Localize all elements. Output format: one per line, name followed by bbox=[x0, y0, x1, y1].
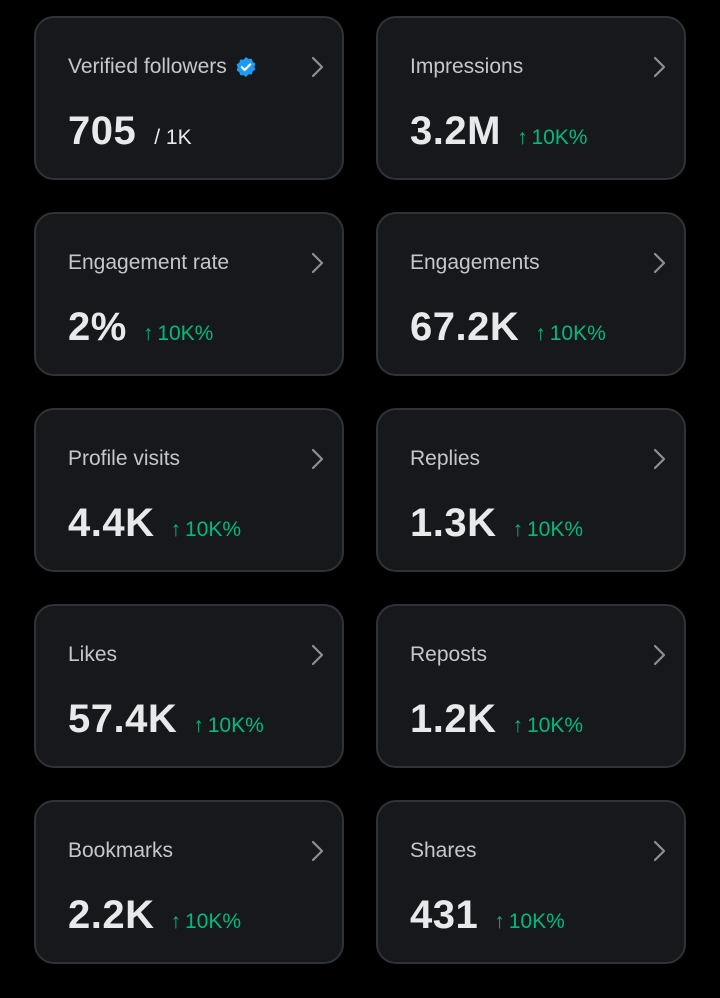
metric-change-value: 10K% bbox=[527, 714, 584, 737]
metric-change: ↑ 10K% bbox=[171, 910, 242, 934]
arrow-up-icon: ↑ bbox=[170, 518, 182, 541]
metric-value-row: 4.4K ↑ 10K% bbox=[68, 500, 241, 546]
arrow-up-icon: ↑ bbox=[516, 126, 528, 149]
metric-label: Profile visits bbox=[68, 447, 181, 470]
chevron-right-icon bbox=[311, 644, 324, 666]
chevron-right-icon bbox=[311, 840, 324, 862]
metric-title: Impressions bbox=[410, 54, 523, 80]
metric-value-row: 67.2K ↑ 10K% bbox=[410, 304, 606, 350]
metric-card-engagements[interactable]: Engagements 67.2K ↑ 10K% bbox=[376, 212, 686, 376]
metric-label: Bookmarks bbox=[68, 839, 174, 862]
metric-value: 57.4K bbox=[68, 697, 178, 741]
metric-value: 3.2M bbox=[410, 109, 501, 153]
chevron-right-icon bbox=[653, 840, 666, 862]
metric-card-verified-followers[interactable]: Verified followers 705 / 1K bbox=[34, 16, 344, 180]
metric-value: 67.2K bbox=[410, 305, 520, 349]
metric-card-engagement-rate[interactable]: Engagement rate 2% ↑ 10K% bbox=[34, 212, 344, 376]
metric-label: Engagements bbox=[410, 251, 540, 274]
metric-value-row: 2% ↑ 10K% bbox=[68, 304, 213, 350]
metric-value: 705 bbox=[68, 109, 137, 153]
metric-title: Verified followers bbox=[68, 54, 257, 80]
metric-label: Verified followers bbox=[68, 55, 227, 78]
metric-value-row: 1.3K ↑ 10K% bbox=[410, 500, 583, 546]
chevron-right-icon bbox=[311, 56, 324, 78]
metric-value: 4.4K bbox=[68, 501, 155, 545]
metric-label: Reposts bbox=[410, 643, 488, 666]
chevron-right-icon bbox=[653, 644, 666, 666]
metric-title: Engagement rate bbox=[68, 250, 229, 276]
metric-value-row: 1.2K ↑ 10K% bbox=[410, 696, 583, 742]
chevron-right-icon bbox=[311, 448, 324, 470]
metric-change-value: 10K% bbox=[508, 910, 565, 933]
metric-change: ↑ 10K% bbox=[494, 910, 565, 934]
chevron-right-icon bbox=[653, 252, 666, 274]
arrow-up-icon: ↑ bbox=[142, 322, 154, 345]
metric-value-row: 3.2M ↑ 10K% bbox=[410, 108, 587, 154]
metric-change-value: 10K% bbox=[527, 518, 584, 541]
metric-change: ↑ 10K% bbox=[193, 714, 264, 738]
metric-change: ↑ 10K% bbox=[171, 518, 242, 542]
chevron-right-icon bbox=[653, 56, 666, 78]
metric-title: Bookmarks bbox=[68, 838, 173, 864]
metric-label: Engagement rate bbox=[68, 251, 230, 274]
metric-card-impressions[interactable]: Impressions 3.2M ↑ 10K% bbox=[376, 16, 686, 180]
metric-title: Engagements bbox=[410, 250, 540, 276]
metric-card-likes[interactable]: Likes 57.4K ↑ 10K% bbox=[34, 604, 344, 768]
metric-change: ↑ 10K% bbox=[143, 322, 214, 346]
metric-label: Shares bbox=[410, 839, 477, 862]
metric-value: 2.2K bbox=[68, 893, 155, 937]
metric-change-value: 10K% bbox=[157, 322, 214, 345]
metric-card-replies[interactable]: Replies 1.3K ↑ 10K% bbox=[376, 408, 686, 572]
metric-label: Likes bbox=[68, 643, 118, 666]
metric-title: Replies bbox=[410, 446, 480, 472]
chevron-right-icon bbox=[653, 448, 666, 470]
metric-label: Impressions bbox=[410, 55, 524, 78]
metric-value: 1.2K bbox=[410, 697, 497, 741]
metric-change-value: 10K% bbox=[531, 126, 588, 149]
metric-title: Likes bbox=[68, 642, 117, 668]
metric-title: Shares bbox=[410, 838, 477, 864]
metric-target: / 1K bbox=[154, 126, 192, 149]
metric-card-profile-visits[interactable]: Profile visits 4.4K ↑ 10K% bbox=[34, 408, 344, 572]
metric-change-value: 10K% bbox=[185, 910, 242, 933]
arrow-up-icon: ↑ bbox=[512, 518, 524, 541]
arrow-up-icon: ↑ bbox=[193, 714, 204, 737]
metric-value-row: 57.4K ↑ 10K% bbox=[68, 696, 264, 742]
metric-change-value: 10K% bbox=[207, 714, 264, 737]
metric-change: ↑ 10K% bbox=[517, 126, 588, 150]
metric-card-reposts[interactable]: Reposts 1.2K ↑ 10K% bbox=[376, 604, 686, 768]
metric-change: ↑ 10K% bbox=[535, 322, 606, 346]
arrow-up-icon: ↑ bbox=[494, 910, 505, 933]
metric-change-value: 10K% bbox=[185, 518, 242, 541]
arrow-up-icon: ↑ bbox=[535, 322, 546, 345]
metric-value: 1.3K bbox=[410, 501, 497, 545]
metric-value: 2% bbox=[68, 305, 127, 349]
metric-value-row: 705 / 1K bbox=[68, 108, 192, 154]
metric-card-bookmarks[interactable]: Bookmarks 2.2K ↑ 10K% bbox=[34, 800, 344, 964]
arrow-up-icon: ↑ bbox=[512, 714, 524, 737]
metric-change: ↑ 10K% bbox=[513, 714, 584, 738]
metric-change-value: 10K% bbox=[549, 322, 606, 345]
metric-value: 431 bbox=[410, 893, 479, 937]
metric-value-row: 431 ↑ 10K% bbox=[410, 892, 565, 938]
metric-label: Replies bbox=[410, 447, 481, 470]
arrow-up-icon: ↑ bbox=[170, 910, 182, 933]
metric-card-shares[interactable]: Shares 431 ↑ 10K% bbox=[376, 800, 686, 964]
metrics-grid: Verified followers 705 / 1K Impressions … bbox=[34, 16, 686, 964]
metric-title: Profile visits bbox=[68, 446, 180, 472]
verified-badge-icon bbox=[236, 57, 256, 77]
metric-value-row: 2.2K ↑ 10K% bbox=[68, 892, 241, 938]
chevron-right-icon bbox=[311, 252, 324, 274]
metric-change: ↑ 10K% bbox=[513, 518, 584, 542]
metric-title: Reposts bbox=[410, 642, 487, 668]
